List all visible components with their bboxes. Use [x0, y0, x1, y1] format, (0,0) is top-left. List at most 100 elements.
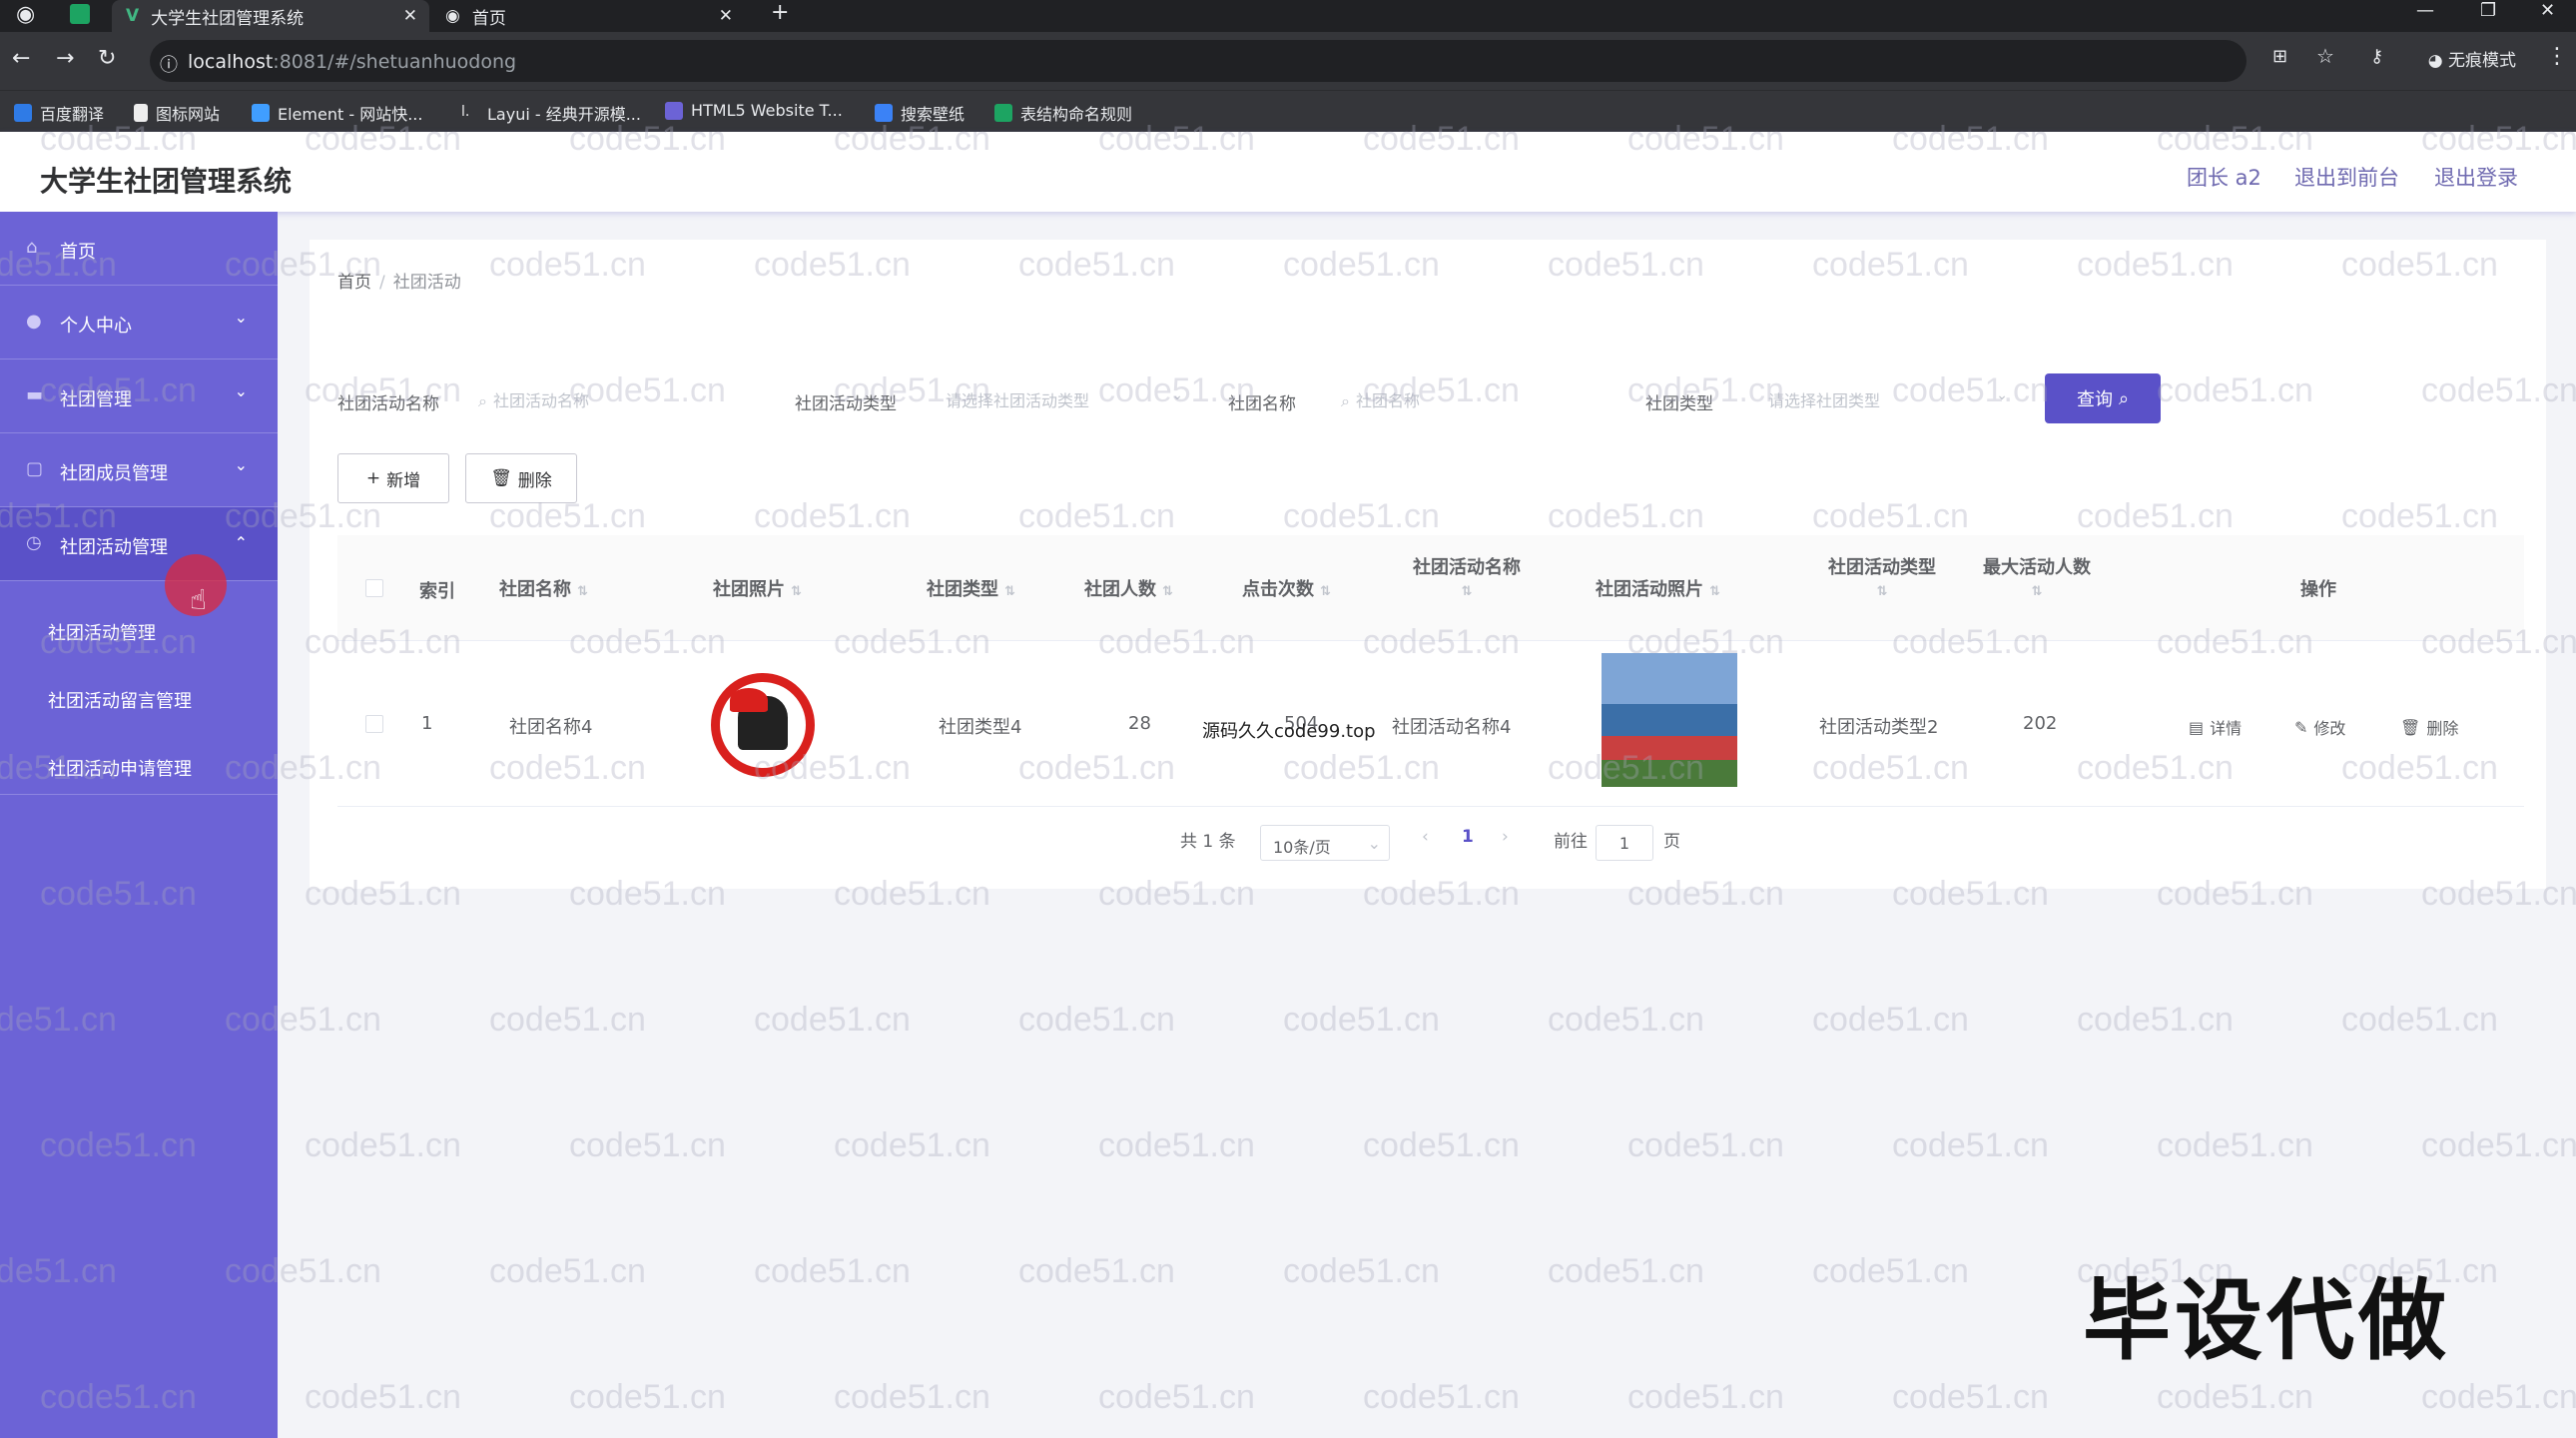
edit-button[interactable]: ✎ 修改 [2294, 715, 2345, 739]
club-name-input[interactable]: ⌕ 社团名称 [1328, 375, 1528, 417]
reload-icon[interactable]: ↻ [98, 46, 116, 71]
sidebar-item-home[interactable]: ⌂ 首页 [0, 212, 278, 286]
activity-name-label: 社团活动名称 [337, 394, 439, 414]
sort-icon: ⇅ [1162, 584, 1173, 599]
element-icon [252, 104, 270, 122]
forward-icon[interactable]: → [56, 46, 74, 71]
sidebar-item-club[interactable]: ▬ 社团管理 ⌄ [0, 360, 278, 433]
back-icon[interactable]: ← [12, 46, 30, 71]
app-header: 大学生社团管理系统 团长 a2 退出到前台 退出登录 [0, 132, 2576, 212]
page-size-select[interactable]: 10条/页 ⌄ [1260, 825, 1390, 861]
window-close-icon[interactable]: ✕ [2540, 0, 2555, 21]
submenu-activity-comments[interactable]: 社团活动留言管理 [48, 687, 192, 713]
watermark-text: code51.cn [1363, 1126, 1520, 1164]
bookmark-label: 搜索壁纸 [901, 105, 966, 124]
col-max-people[interactable]: 最大活动人数 ⇅ [1979, 553, 2095, 600]
trash-icon: 🗑 [490, 468, 512, 488]
col-activity-photo[interactable]: 社团活动照片 ⇅ [1596, 575, 1720, 601]
bookmark-item[interactable]: 图标网站 [134, 101, 220, 125]
sort-icon: ⇅ [577, 584, 588, 599]
bookmark-item[interactable]: 百度翻译 [14, 101, 104, 125]
incognito-badge[interactable]: ◕ 无痕模式 [2428, 46, 2516, 71]
folder-icon: ▬ [26, 384, 44, 405]
bookmark-item[interactable]: 表结构命名规则 [994, 101, 1132, 125]
sidebar-item-activities[interactable]: ◷ 社团活动管理 ⌃ [0, 507, 278, 581]
bookmark-item[interactable]: Element - 网站快... [252, 101, 422, 125]
star-icon[interactable]: ☆ [2316, 44, 2334, 68]
page-number[interactable]: 1 [1462, 827, 1474, 847]
tab-club-system[interactable]: V 大学生社团管理系统 ✕ [112, 0, 429, 32]
more-icon[interactable]: ⋮ [2546, 44, 2568, 69]
breadcrumb-home[interactable]: 首页 [337, 273, 371, 293]
clipboard-icon: ▢ [26, 458, 44, 479]
detail-button[interactable]: ▤ 详情 [2189, 715, 2242, 739]
restore-icon[interactable]: ❐ [2480, 0, 2496, 21]
tab-home[interactable]: ◉ 首页 ✕ [439, 0, 745, 32]
sidebar-item-profile[interactable]: ● 个人中心 ⌄ [0, 286, 278, 360]
add-button[interactable]: + 新增 [337, 453, 449, 503]
row-delete-button[interactable]: 🗑 删除 [2400, 715, 2458, 739]
translate-icon[interactable]: ⊞ [2272, 46, 2287, 67]
next-page-icon[interactable]: › [1502, 827, 1509, 847]
bookmark-label: Element - 网站快... [278, 105, 423, 124]
new-tab-icon[interactable]: + [771, 0, 789, 25]
table-header: 索引 社团名称 ⇅ 社团照片 ⇅ 社团类型 ⇅ 社团人数 ⇅ 点击次数 ⇅ 社团活动名称 ⇅… [337, 535, 2524, 641]
col-club-photo[interactable]: 社团照片 ⇅ [713, 575, 802, 601]
sidebar: ⌂ 首页 ● 个人中心 ⌄ ▬ 社团管理 ⌄ ▢ 社团成员管理 ⌄ ◷ 社团活动… [0, 212, 278, 1438]
minimize-icon[interactable]: — [2416, 0, 2434, 21]
col-activity-name[interactable]: 社团活动名称 ⇅ [1398, 553, 1536, 600]
flag-icon [134, 104, 148, 122]
key-icon[interactable]: ⚷ [2370, 46, 2383, 67]
url-field[interactable]: ⓘ localhost:8081/#/shetuanhuodong [150, 40, 2247, 82]
promo-overlay: 毕设代做 [2083, 1269, 2451, 1372]
document-icon: ▤ [2189, 717, 2205, 737]
html5-icon [665, 101, 683, 120]
watermark-text: code51.cn [2421, 1126, 2576, 1164]
col-clicks[interactable]: 点击次数 ⇅ [1242, 575, 1331, 601]
close-icon[interactable]: ✕ [719, 6, 733, 26]
wallpaper-icon [875, 104, 893, 122]
query-button[interactable]: 查询 ⌕ [2045, 373, 2161, 423]
prev-page-icon[interactable]: ‹ [1422, 827, 1429, 847]
club-type-select[interactable]: 请选择社团类型 ⌄ [1755, 375, 2017, 417]
sidebar-item-label: 社团管理 [60, 389, 132, 410]
bookmark-item[interactable]: 搜索壁纸 [875, 101, 965, 125]
tab-label: 首页 [471, 8, 506, 29]
sort-icon: ⇅ [1461, 584, 1473, 599]
sidebar-item-label: 社团成员管理 [60, 463, 168, 484]
close-icon[interactable]: ✕ [403, 6, 417, 26]
sheet-icon [994, 104, 1012, 122]
bookmark-item[interactable]: l. Layui - 经典开源模... [461, 101, 641, 125]
url-host: localhost [188, 51, 274, 73]
col-activity-type[interactable]: 社团活动类型 ⇅ [1813, 553, 1951, 600]
col-members[interactable]: 社团人数 ⇅ [1084, 575, 1173, 601]
logout-link[interactable]: 退出登录 [2434, 162, 2518, 192]
browser-menu-icon[interactable]: ◉ [16, 2, 35, 27]
sidebar-item-members[interactable]: ▢ 社团成员管理 ⌄ [0, 433, 278, 507]
watermark-text: code51.cn [1627, 1378, 1784, 1416]
row-checkbox[interactable] [365, 715, 383, 733]
table-row: 1 社团名称4 社团类型4 28 504 社团活动名称4 社团活动类型2 202… [337, 641, 2524, 807]
exit-to-front-link[interactable]: 退出到前台 [2294, 162, 2399, 192]
hand-cursor-icon: ☝ [190, 583, 208, 616]
submenu-activity-applications[interactable]: 社团活动申请管理 [48, 755, 192, 781]
cell-club-type: 社团类型4 [939, 717, 1022, 738]
cell-members: 28 [1128, 713, 1151, 734]
goto-page-input[interactable]: 1 [1596, 825, 1653, 861]
cell-activity-type: 社团活动类型2 [1819, 717, 1939, 738]
cell-club-name: 社团名称4 [509, 717, 593, 738]
breadcrumb: 首页 / 社团活动 [337, 268, 461, 293]
bookmark-label: 图标网站 [156, 105, 221, 124]
bookmark-item[interactable]: HTML5 Website T... [665, 101, 843, 120]
header-label: 社团活动名称 [1413, 557, 1521, 578]
placeholder: 请选择社团类型 [1768, 391, 1881, 410]
activity-type-select[interactable]: 请选择社团活动类型 ⌄ [933, 375, 1192, 417]
col-club-type[interactable]: 社团类型 ⇅ [927, 575, 1015, 601]
delete-button[interactable]: 🗑 删除 [465, 453, 577, 503]
goto-value: 1 [1618, 834, 1630, 853]
submenu-activity-manage[interactable]: 社团活动管理 [48, 619, 156, 645]
activity-name-input[interactable]: ⌕ 社团活动名称 [465, 375, 675, 417]
select-all-checkbox[interactable] [365, 579, 383, 597]
col-club-name[interactable]: 社团名称 ⇅ [499, 575, 588, 601]
placeholder: 社团名称 [1355, 391, 1420, 410]
